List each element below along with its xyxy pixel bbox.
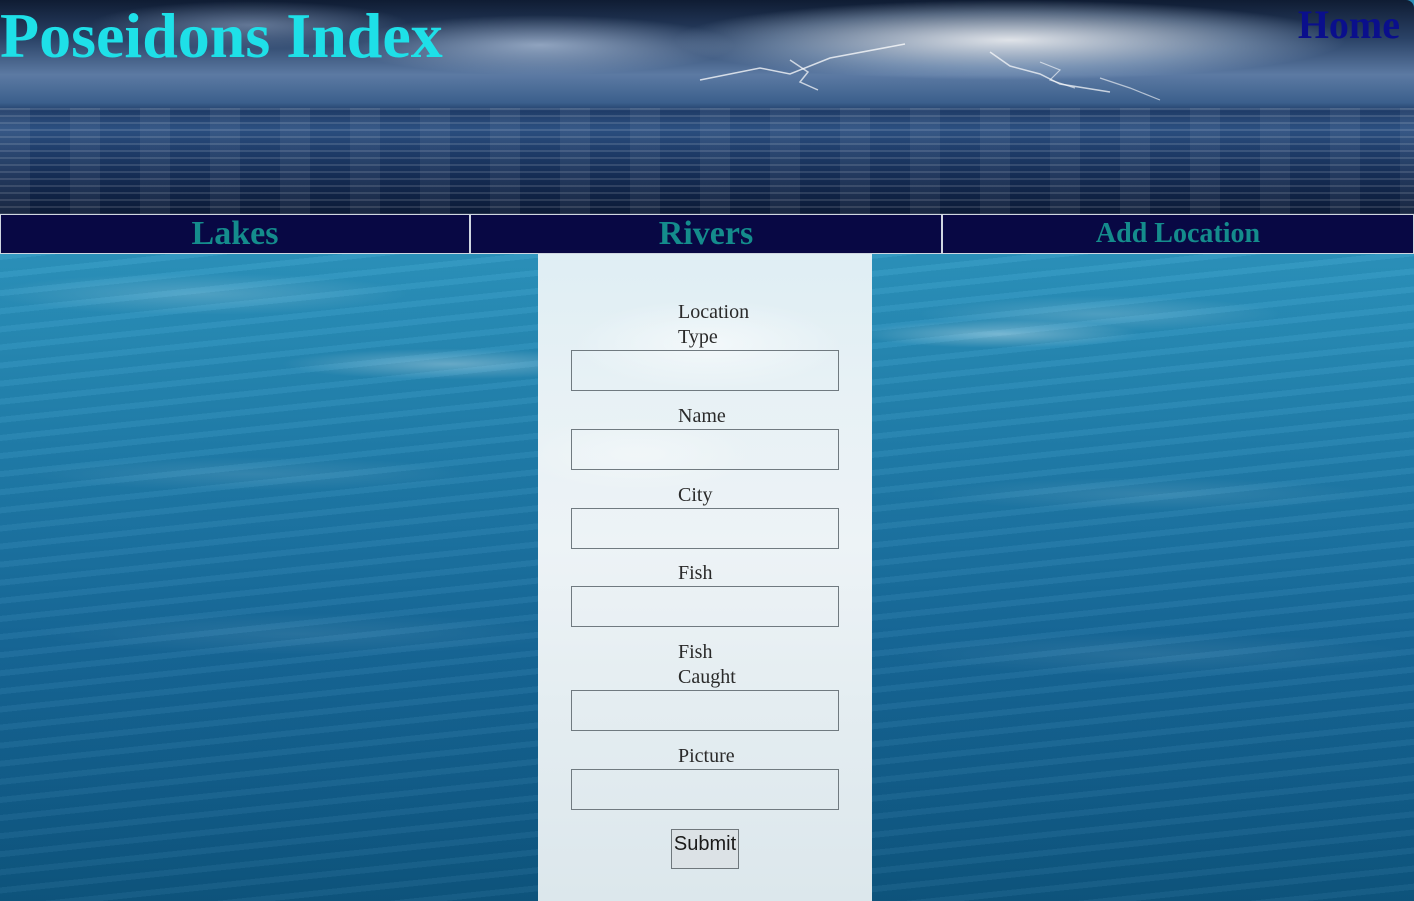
header-banner: Poseidons Index Home [0, 0, 1414, 214]
home-link[interactable]: Home [1298, 2, 1400, 48]
fish-label: Fish [678, 562, 713, 584]
fish-caught-label: Fish Caught [678, 641, 736, 688]
main-nav: Lakes Rivers Add Location [0, 214, 1414, 254]
ocean-waves [0, 108, 1414, 214]
fish-caught-input[interactable] [571, 690, 839, 731]
location-type-input[interactable] [571, 350, 839, 391]
location-type-field: Location Type [571, 300, 839, 391]
name-input[interactable] [571, 429, 839, 470]
fish-field: Fish [571, 561, 839, 627]
name-label: Name [678, 405, 726, 427]
city-label: City [678, 484, 713, 506]
picture-field: Picture [571, 744, 839, 810]
fish-caught-field: Fish Caught [571, 640, 839, 731]
fish-input[interactable] [571, 586, 839, 627]
location-type-label: Location Type [678, 301, 750, 348]
nav-item-lakes[interactable]: Lakes [0, 214, 470, 254]
site-title: Poseidons Index [0, 0, 443, 71]
city-input[interactable] [571, 508, 839, 549]
nav-item-add-location[interactable]: Add Location [942, 214, 1414, 254]
city-field: City [571, 483, 839, 549]
add-location-form: Location Type Name City Fish Fish Caught… [538, 254, 872, 901]
picture-input[interactable] [571, 769, 839, 810]
submit-button[interactable]: Submit [671, 829, 739, 869]
picture-label: Picture [678, 745, 735, 767]
nav-item-rivers[interactable]: Rivers [470, 214, 942, 254]
name-field: Name [571, 404, 839, 470]
